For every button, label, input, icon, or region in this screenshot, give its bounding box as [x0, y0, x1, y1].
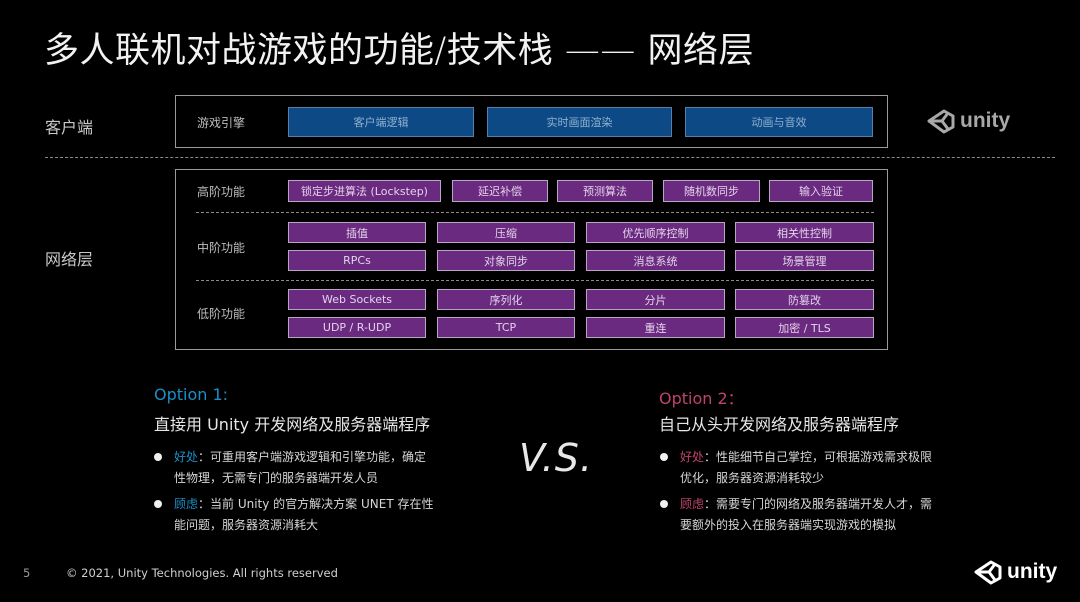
mid-box: 压缩: [437, 222, 575, 243]
unity-logo-text: unity: [960, 109, 1011, 132]
mid-box: RPCs: [288, 250, 426, 271]
bullet-dot: [660, 500, 668, 508]
low-level-label: 低阶功能: [197, 307, 246, 321]
option1-bullet-con: 顾虑：当前 Unity 的官方解决方案 UNET 存在性能问题，服务器资源消耗大: [154, 494, 436, 536]
mid-level-label: 中阶功能: [197, 241, 246, 255]
option1-subtitle: 直接用 Unity 开发网络及服务器端程序: [154, 415, 431, 434]
client-box-logic: 客户端逻辑: [288, 107, 474, 137]
bullet-key: 顾虑: [680, 497, 705, 511]
high-mid-divider: [196, 212, 874, 213]
client-box-rendering: 实时画面渲染: [487, 107, 672, 137]
option2-heading: Option 2：: [659, 389, 744, 408]
mid-box: 插值: [288, 222, 426, 243]
bullet-key: 顾虑: [174, 497, 199, 511]
high-box: 随机数同步: [663, 180, 760, 202]
mid-box: 场景管理: [735, 250, 874, 271]
low-box: 加密 / TLS: [735, 317, 874, 338]
bullet-dot: [154, 500, 162, 508]
option2-bullet-con: 顾虑：需要专门的网络及服务器端开发人才，需要额外的投入在服务器端实现游戏的模拟: [660, 494, 938, 536]
option1-heading: Option 1:: [154, 385, 229, 404]
bullet-key: 好处: [680, 450, 705, 464]
unity-logo-top: unity: [926, 108, 1010, 134]
bullet-key: 好处: [174, 450, 199, 464]
client-network-divider: [45, 157, 1055, 158]
game-engine-label: 游戏引擎: [197, 116, 246, 130]
client-row-label: 客户端: [45, 118, 94, 137]
bullet-text: ：可重用客户端游戏逻辑和引擎功能，确定性物理，无需专门的服务器端开发人员: [174, 450, 427, 485]
client-frame: 游戏引擎 客户端逻辑 实时画面渲染 动画与音效: [175, 95, 888, 148]
high-level-label: 高阶功能: [197, 185, 246, 199]
page-number: 5: [23, 566, 31, 580]
low-box: 序列化: [437, 289, 575, 310]
bullet-dot: [660, 453, 668, 461]
low-box: 分片: [586, 289, 725, 310]
mid-box: 优先顺序控制: [586, 222, 725, 243]
client-box-animation-audio: 动画与音效: [685, 107, 873, 137]
low-box: Web Sockets: [288, 289, 426, 310]
mid-box: 消息系统: [586, 250, 725, 271]
mid-low-divider: [196, 280, 874, 281]
unity-cube-icon: [974, 560, 1002, 585]
high-box: 预测算法: [557, 180, 653, 202]
versus-label: V.S.: [519, 436, 593, 480]
low-box: TCP: [437, 317, 575, 338]
mid-box: 相关性控制: [735, 222, 874, 243]
option2-bullet-pro: 好处：性能细节自己掌控，可根据游戏需求极限优化，服务器资源消耗较少: [660, 447, 938, 489]
high-box: 输入验证: [769, 180, 873, 202]
slide-title: 多人联机对战游戏的功能/技术栈 —— 网络层: [44, 31, 755, 71]
unity-logo-text: unity: [1007, 560, 1058, 583]
unity-logo-footer: unity: [973, 559, 1057, 585]
bullet-text: ：当前 Unity 的官方解决方案 UNET 存在性能问题，服务器资源消耗大: [174, 497, 434, 532]
bullet-text: ：性能细节自己掌控，可根据游戏需求极限优化，服务器资源消耗较少: [680, 450, 933, 485]
low-box: 重连: [586, 317, 725, 338]
low-box: UDP / R-UDP: [288, 317, 426, 338]
option1-bullet-pro: 好处：可重用客户端游戏逻辑和引擎功能，确定性物理，无需专门的服务器端开发人员: [154, 447, 436, 489]
network-row-label: 网络层: [45, 250, 94, 269]
bullet-text: ：需要专门的网络及服务器端开发人才，需要额外的投入在服务器端实现游戏的模拟: [680, 497, 933, 532]
high-box: 延迟补偿: [452, 180, 548, 202]
network-frame: 高阶功能 锁定步进算法 (Lockstep) 延迟补偿 预测算法 随机数同步 输…: [175, 169, 888, 350]
copyright-text: © 2021, Unity Technologies. All rights r…: [66, 566, 338, 580]
option2-subtitle: 自己从头开发网络及服务器端程序: [659, 415, 900, 434]
low-box: 防篡改: [735, 289, 874, 310]
unity-cube-icon: [927, 109, 955, 134]
bullet-dot: [154, 453, 162, 461]
high-box: 锁定步进算法 (Lockstep): [288, 180, 441, 202]
mid-box: 对象同步: [437, 250, 575, 271]
